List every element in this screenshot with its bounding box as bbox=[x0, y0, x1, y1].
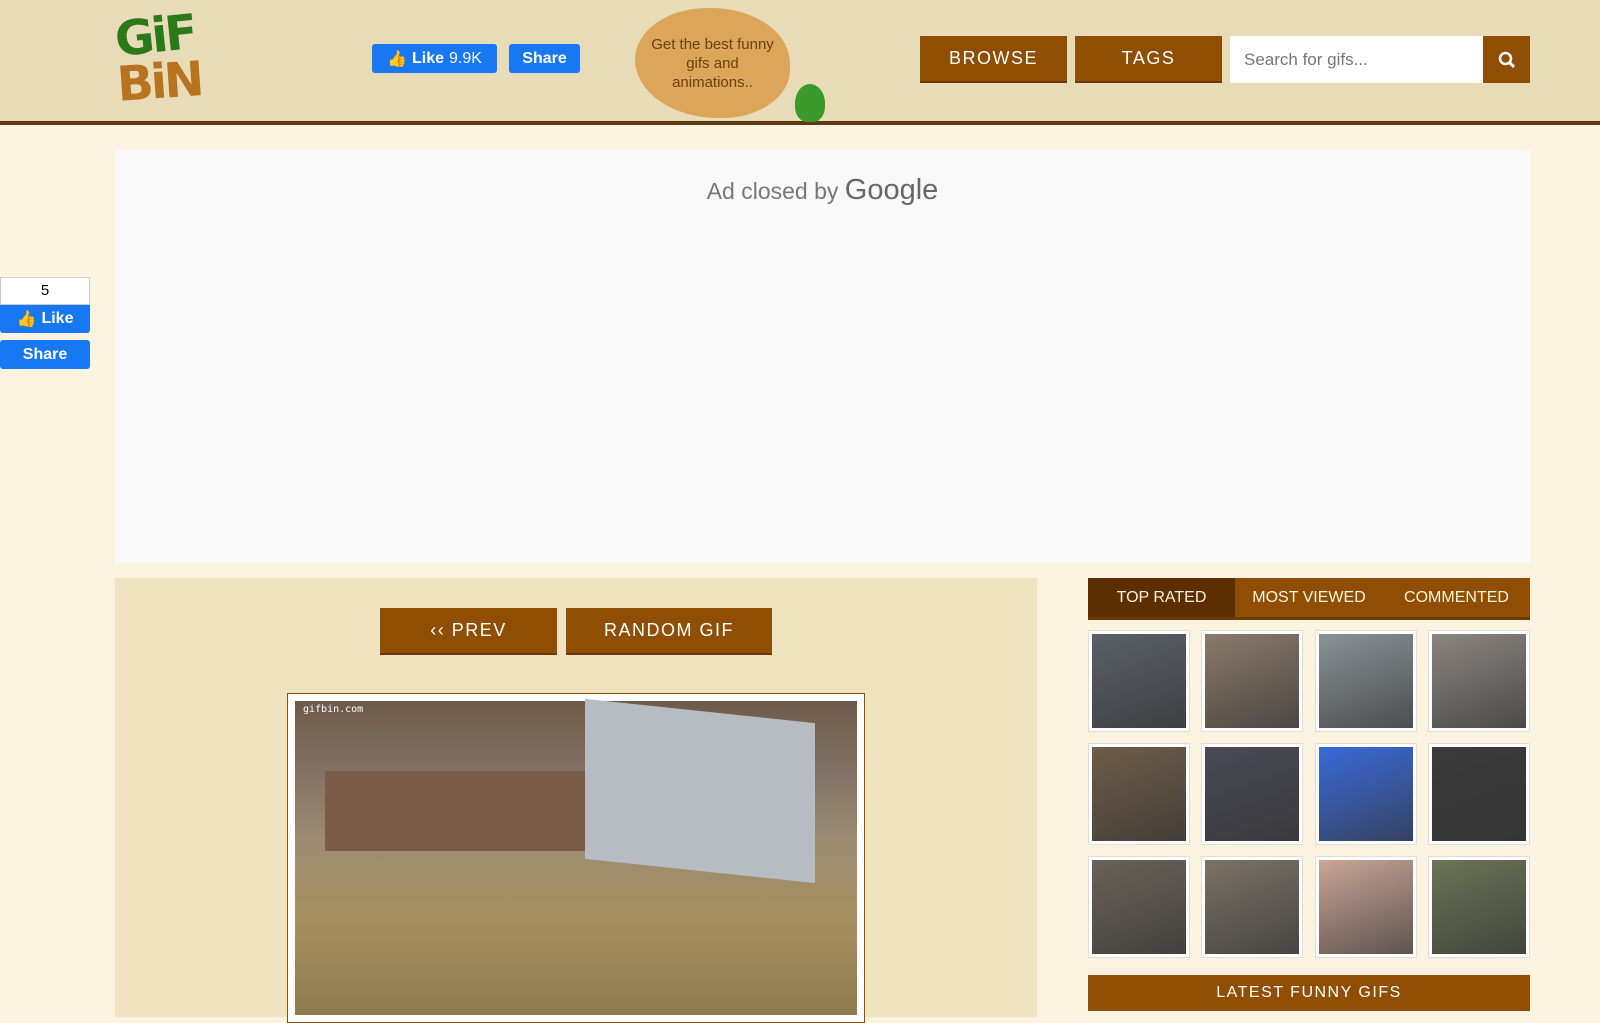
ad-closed-text: Ad closed by Google bbox=[706, 174, 939, 206]
gif-thumbnail[interactable] bbox=[1088, 630, 1190, 732]
gif-thumbnail[interactable] bbox=[1427, 856, 1530, 958]
watermark: gifbin.com bbox=[303, 704, 364, 715]
thumbs-up-icon: 👍 bbox=[16, 311, 37, 328]
thumbnail-grid bbox=[1088, 630, 1530, 958]
thumbnail-image bbox=[1318, 747, 1413, 841]
latest-funny-gifs-header: LATEST FUNNY GIFS bbox=[1088, 975, 1530, 1011]
gif-frame: gifbin.com bbox=[287, 693, 865, 1023]
thumbnail-image bbox=[1092, 860, 1186, 954]
thumbnail-image bbox=[1205, 860, 1300, 954]
gif-thumbnail[interactable] bbox=[1201, 630, 1304, 732]
sidebar-tabs: TOP RATED MOST VIEWED COMMENTED bbox=[1088, 578, 1530, 620]
gif-thumbnail[interactable] bbox=[1201, 856, 1304, 958]
gif-thumbnail[interactable] bbox=[1088, 856, 1190, 958]
thumbnail-image bbox=[1092, 747, 1186, 841]
gif-thumbnail[interactable] bbox=[1314, 630, 1417, 732]
gif-thumbnail[interactable] bbox=[1427, 630, 1530, 732]
search-button[interactable] bbox=[1483, 36, 1530, 83]
prev-button[interactable]: ‹‹ PREV bbox=[380, 608, 557, 655]
tab-most-viewed[interactable]: MOST VIEWED bbox=[1235, 578, 1383, 617]
thumbs-up-icon: 👍 bbox=[387, 50, 407, 68]
thumbnail-image bbox=[1431, 747, 1526, 841]
thumbnail-image bbox=[1431, 634, 1526, 728]
tab-top-rated[interactable]: TOP RATED bbox=[1088, 578, 1235, 617]
gifbin-logo[interactable]: GiF BiN bbox=[112, 4, 290, 113]
site-header: GiF BiN 👍 Like 9.9K Share Get the best fu… bbox=[0, 0, 1600, 125]
gif-thumbnail[interactable] bbox=[1088, 743, 1190, 845]
facebook-share-button[interactable]: Share bbox=[509, 44, 580, 73]
random-gif-button[interactable]: RANDOM GIF bbox=[566, 608, 772, 655]
side-like-button[interactable]: 👍 Like bbox=[0, 305, 90, 333]
thumbnail-image bbox=[1205, 634, 1300, 728]
gif-thumbnail[interactable] bbox=[1201, 743, 1304, 845]
tagline-cloud: Get the best funny gifs and animations.. bbox=[635, 8, 790, 118]
facebook-like-button[interactable]: 👍 Like 9.9K bbox=[372, 44, 497, 73]
tab-commented[interactable]: COMMENTED bbox=[1383, 578, 1530, 617]
thumbnail-image bbox=[1318, 634, 1413, 728]
thumbnail-image bbox=[1318, 860, 1413, 954]
ad-area: Ad closed by Google bbox=[115, 150, 1530, 563]
search-icon bbox=[1498, 51, 1515, 68]
thumbnail-image bbox=[1092, 634, 1186, 728]
like-count: 9.9K bbox=[449, 49, 482, 67]
gif-thumbnail[interactable] bbox=[1314, 856, 1417, 958]
thumbnail-image bbox=[1431, 860, 1526, 954]
like-count-box: 5 bbox=[0, 277, 90, 305]
thumbnail-image bbox=[1205, 747, 1300, 841]
squirrel-icon bbox=[795, 84, 825, 122]
side-share-button[interactable]: Share bbox=[0, 340, 90, 369]
gif-thumbnail[interactable] bbox=[1427, 743, 1530, 845]
browse-button[interactable]: BROWSE bbox=[920, 36, 1067, 83]
gif-image[interactable]: gifbin.com bbox=[295, 698, 857, 1015]
search-input[interactable] bbox=[1230, 36, 1483, 83]
gif-thumbnail[interactable] bbox=[1314, 743, 1417, 845]
side-social-buttons: 5 👍 Like Share bbox=[0, 277, 90, 369]
tags-button[interactable]: TAGS bbox=[1075, 36, 1222, 83]
